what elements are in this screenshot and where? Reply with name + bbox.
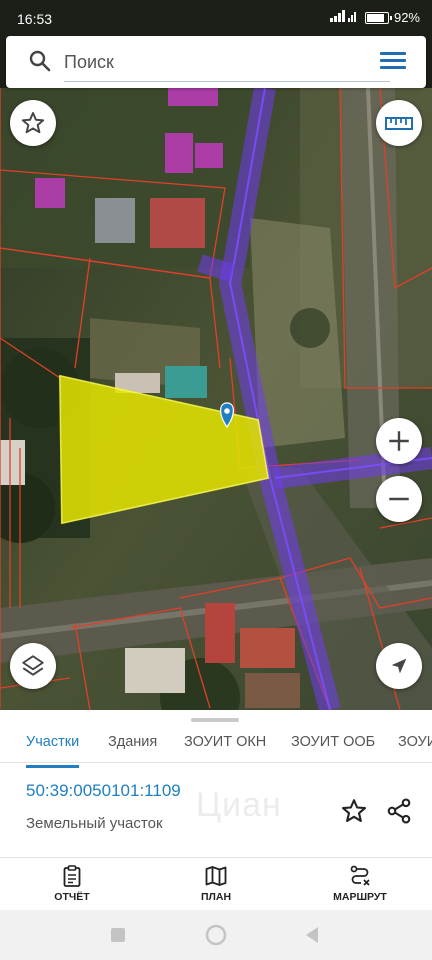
search-bar <box>6 36 426 88</box>
menu-icon[interactable] <box>380 50 408 72</box>
clipboard-icon <box>63 865 81 887</box>
share-button[interactable] <box>385 797 413 830</box>
route-button[interactable]: МАРШРУТ <box>305 864 415 903</box>
search-icon[interactable] <box>28 49 52 73</box>
watermark: Циан <box>196 786 282 824</box>
route-icon <box>350 865 370 886</box>
favorite-parcel-button[interactable] <box>340 797 368 830</box>
app-screen: 16:53 92% Поиск Участки Здания ЗОУИТ ОКН… <box>0 0 432 960</box>
star-icon <box>341 799 367 822</box>
plus-icon <box>389 431 409 451</box>
system-nav-icons <box>111 924 318 946</box>
zoom-out-button[interactable] <box>376 476 422 522</box>
navigation-arrow-icon <box>391 658 407 674</box>
report-button[interactable]: ОТЧЁТ <box>17 864 127 903</box>
locate-button[interactable] <box>376 643 422 689</box>
layers-icon <box>22 655 44 676</box>
map-view[interactable] <box>0 88 432 710</box>
layer-tabs: Участки Здания ЗОУИТ ОКН ЗОУИТ ООБ ЗОУИ <box>0 726 432 772</box>
home-icon[interactable] <box>205 924 227 946</box>
battery-percent: 92% <box>393 10 420 25</box>
search-underline <box>64 81 390 82</box>
report-label: ОТЧЁТ <box>54 891 90 903</box>
layers-button[interactable] <box>10 643 56 689</box>
back-icon[interactable] <box>306 927 318 943</box>
parcel-type: Земельный участок <box>26 815 163 832</box>
signal-icon <box>329 10 360 25</box>
search-input[interactable] <box>64 50 384 74</box>
ruler-button[interactable] <box>376 100 422 146</box>
minus-icon <box>389 497 409 501</box>
system-nav-bar <box>0 910 432 960</box>
share-icon <box>387 798 411 824</box>
favorite-map-button[interactable] <box>10 100 56 146</box>
map-icon <box>205 866 227 886</box>
status-bar: 16:53 92% <box>0 0 432 36</box>
zoom-in-button[interactable] <box>376 418 422 464</box>
battery-icon <box>364 11 392 24</box>
action-bar: ОТЧЁТ ПЛАН МАРШРУТ <box>0 858 432 910</box>
plan-label: ПЛАН <box>200 891 232 903</box>
star-icon <box>21 112 45 134</box>
route-label: МАРШРУТ <box>333 891 387 903</box>
plan-button[interactable]: ПЛАН <box>161 864 271 903</box>
status-time: 16:53 <box>17 11 53 27</box>
status-indicators: 92% <box>329 10 420 25</box>
satellite-map <box>0 88 432 710</box>
recents-icon[interactable] <box>111 928 125 942</box>
sheet-handle[interactable] <box>191 718 239 722</box>
ruler-icon <box>385 117 413 130</box>
cadastral-number-link[interactable]: 50:39:0050101:1109 <box>26 781 181 801</box>
tabs-divider <box>0 762 432 763</box>
